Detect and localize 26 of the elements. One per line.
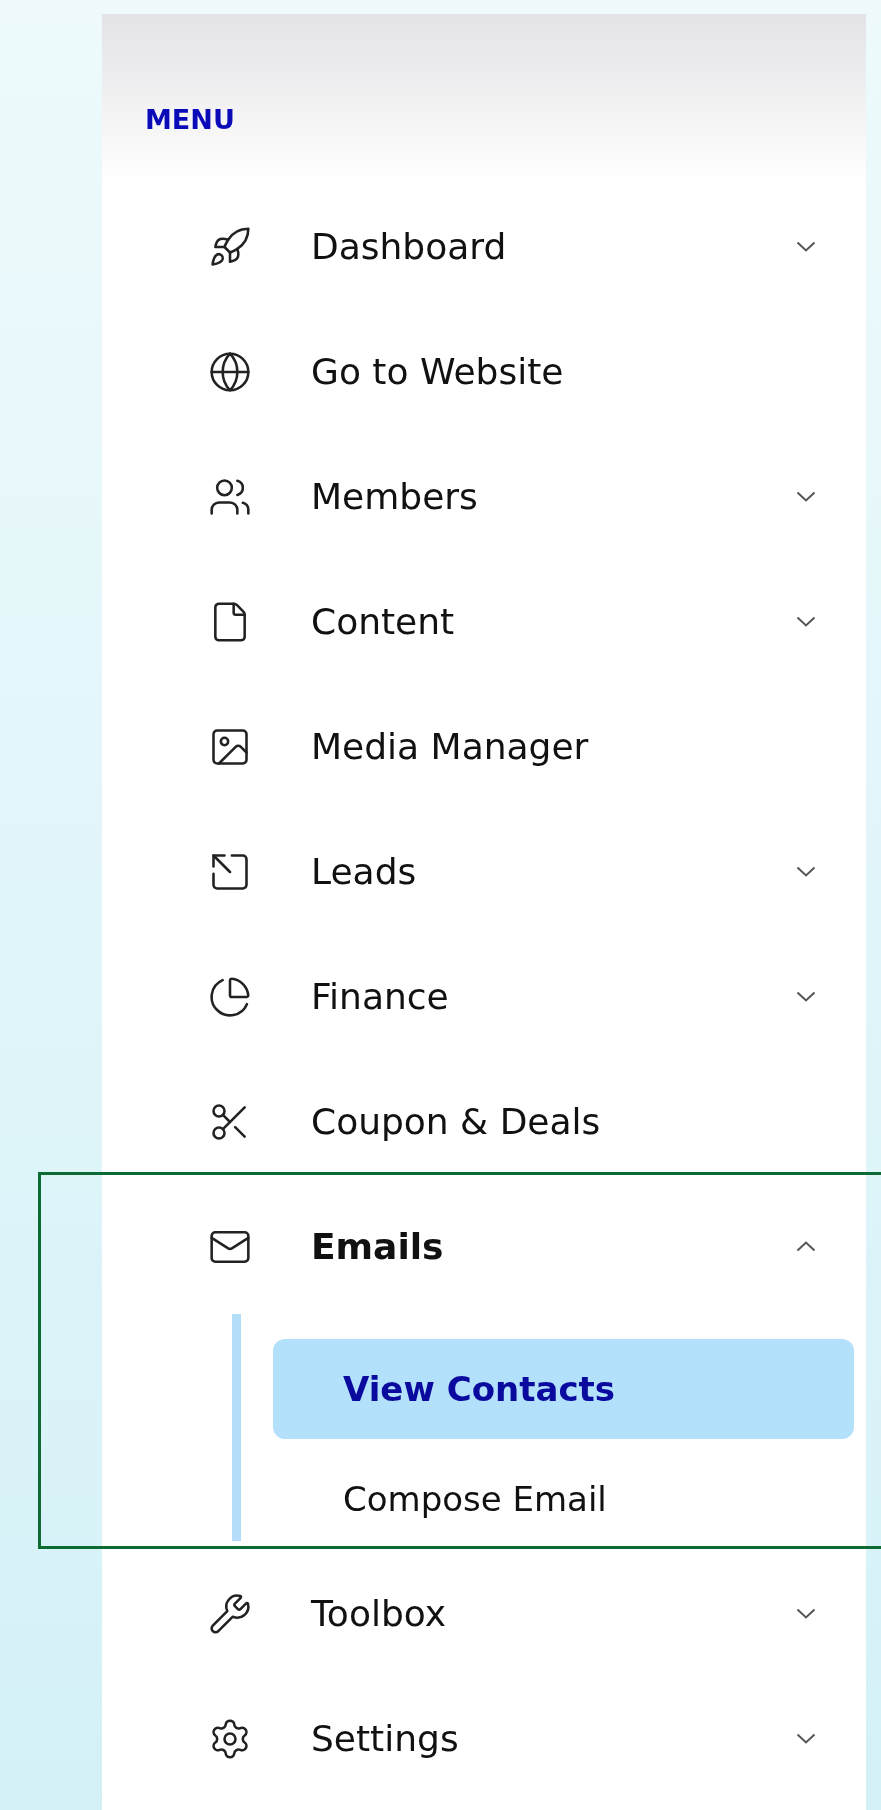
submenu-item[interactable]: Compose Email <box>273 1449 854 1549</box>
pie-chart-icon <box>208 974 252 1019</box>
chevron-down-icon <box>796 616 816 627</box>
menu-item[interactable]: Emails <box>102 1184 866 1309</box>
menu-item[interactable]: Toolbox <box>102 1551 866 1676</box>
menu-item[interactable]: Media Manager <box>102 684 866 809</box>
menu-item[interactable]: Content <box>102 559 866 684</box>
menu-heading: MENU <box>145 104 235 136</box>
globe-icon <box>208 349 252 394</box>
chevron-down-icon <box>796 1733 816 1744</box>
menu-item[interactable]: Go to Website <box>102 309 866 434</box>
chevron-down-icon <box>796 491 816 502</box>
menu-item[interactable]: Members <box>102 434 866 559</box>
chevron-up-icon <box>796 1241 816 1252</box>
chevron-down-icon <box>796 991 816 1002</box>
menu-item[interactable]: Dashboard <box>102 184 866 309</box>
menu-item[interactable]: Finance <box>102 934 866 1059</box>
menu-item[interactable]: Settings <box>102 1676 866 1801</box>
wrench-icon <box>208 1591 252 1636</box>
rocket-icon <box>208 224 252 269</box>
submenu-item[interactable]: View Contacts <box>273 1339 854 1439</box>
chevron-down-icon <box>796 241 816 252</box>
chevron-down-icon <box>796 1608 816 1619</box>
menu-item[interactable]: Leads <box>102 809 866 934</box>
menu-item[interactable]: Coupon & Deals <box>102 1059 866 1184</box>
chevron-down-icon <box>796 866 816 877</box>
